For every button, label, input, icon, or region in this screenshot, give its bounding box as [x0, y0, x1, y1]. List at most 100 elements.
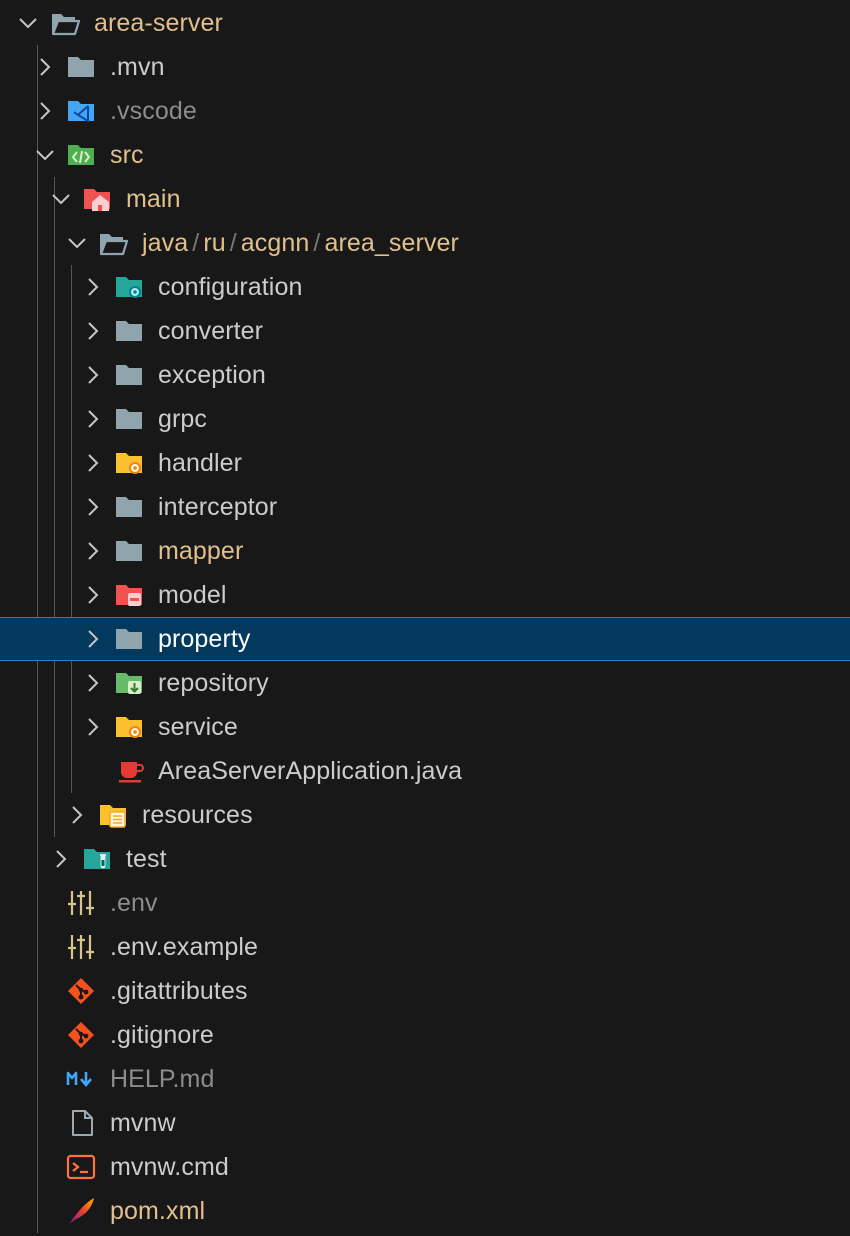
chevron-right-icon[interactable] — [82, 584, 104, 606]
chevron-right-icon[interactable] — [34, 56, 56, 78]
folder-icon — [68, 57, 94, 77]
path-separator: / — [192, 229, 200, 257]
path-segment-ru[interactable]: ru — [203, 229, 225, 257]
tree-item-label: model — [158, 581, 227, 609]
tree-item-env[interactable]: .env — [0, 881, 850, 925]
resources-folder-icon — [100, 805, 126, 828]
tree-item-vscode[interactable]: .vscode — [0, 89, 850, 133]
tree-item-gitattributes[interactable]: .gitattributes — [0, 969, 850, 1013]
file-explorer-tree: area-server .mvn .vscode src main java /… — [0, 1, 850, 1233]
tree-item-model[interactable]: model — [0, 573, 850, 617]
tree-item-java-package[interactable]: java / ru / acgnn / area_server — [0, 221, 850, 265]
tree-item-mvnw-cmd[interactable]: mvnw.cmd — [0, 1145, 850, 1189]
tree-item-label: .gitattributes — [110, 977, 248, 1005]
tree-item-label: repository — [158, 669, 269, 697]
chevron-right-icon[interactable] — [82, 716, 104, 738]
tree-item-label: AreaServerApplication.java — [158, 757, 463, 785]
env-file-icon — [68, 891, 94, 915]
tree-item-main[interactable]: main — [0, 177, 850, 221]
tree-item-configuration[interactable]: configuration — [0, 265, 850, 309]
path-segment-acgnn[interactable]: acgnn — [241, 229, 310, 257]
chevron-right-icon[interactable] — [34, 100, 56, 122]
src-folder-icon — [68, 145, 94, 165]
tree-item-gitignore[interactable]: .gitignore — [0, 1013, 850, 1057]
tree-item-label: grpc — [158, 405, 208, 433]
tree-item-label: .env.example — [110, 933, 259, 961]
path-separator: / — [313, 229, 321, 257]
tree-item-label: mvnw — [110, 1109, 176, 1137]
tree-item-label: src — [110, 141, 144, 169]
git-file-icon — [68, 978, 94, 1004]
git-file-icon — [68, 1022, 94, 1048]
test-folder-icon — [84, 849, 110, 869]
tree-item-area-server[interactable]: area-server — [0, 1, 850, 45]
tree-item-mvn[interactable]: .mvn — [0, 45, 850, 89]
tree-item-label: handler — [158, 449, 243, 477]
tree-item-label: service — [158, 713, 238, 741]
tree-item-pom-xml[interactable]: pom.xml — [0, 1189, 850, 1233]
tree-item-service[interactable]: service — [0, 705, 850, 749]
tree-item-grpc[interactable]: grpc — [0, 397, 850, 441]
chevron-right-icon[interactable] — [82, 672, 104, 694]
tree-item-repository[interactable]: repository — [0, 661, 850, 705]
path-segment-java[interactable]: java — [142, 229, 188, 257]
env-file-icon — [68, 935, 94, 959]
config-folder-icon — [116, 277, 142, 298]
service-folder-icon — [116, 717, 142, 738]
tree-item-label: .env — [110, 889, 158, 917]
tree-item-area-server-application[interactable]: AreaServerApplication.java — [0, 749, 850, 793]
folder-icon — [116, 629, 142, 649]
chevron-right-icon[interactable] — [82, 540, 104, 562]
tree-item-label: property — [158, 625, 251, 653]
path-separator: / — [229, 229, 237, 257]
path-segment-area-server[interactable]: area_server — [324, 229, 459, 257]
chevron-right-icon[interactable] — [82, 408, 104, 430]
tree-item-label: .gitignore — [110, 1021, 214, 1049]
tree-item-converter[interactable]: converter — [0, 309, 850, 353]
tree-item-src[interactable]: src — [0, 133, 850, 177]
chevron-right-icon[interactable] — [82, 364, 104, 386]
chevron-right-icon[interactable] — [82, 276, 104, 298]
tree-item-property[interactable]: property — [0, 617, 850, 661]
chevron-right-icon[interactable] — [82, 320, 104, 342]
tree-item-test[interactable]: test — [0, 837, 850, 881]
tree-item-mapper[interactable]: mapper — [0, 529, 850, 573]
chevron-right-icon[interactable] — [82, 496, 104, 518]
maven-file-icon — [69, 1198, 94, 1224]
folder-icon — [116, 321, 142, 341]
tree-item-label: mapper — [158, 537, 244, 565]
chevron-right-icon[interactable] — [66, 804, 88, 826]
tree-item-label: HELP.md — [110, 1065, 215, 1093]
folder-icon — [116, 541, 142, 561]
tree-item-label: .vscode — [110, 97, 197, 125]
chevron-down-icon[interactable] — [17, 12, 39, 34]
tree-item-label: configuration — [158, 273, 303, 301]
model-folder-icon — [116, 585, 142, 606]
tree-item-label: .mvn — [110, 53, 165, 81]
tree-item-label: converter — [158, 317, 264, 345]
chevron-down-icon[interactable] — [34, 144, 56, 166]
tree-item-resources[interactable]: resources — [0, 793, 850, 837]
console-file-icon — [66, 1154, 96, 1180]
repository-folder-icon — [116, 673, 142, 694]
folder-icon — [116, 497, 142, 517]
tree-item-handler[interactable]: handler — [0, 441, 850, 485]
tree-item-interceptor[interactable]: interceptor — [0, 485, 850, 529]
chevron-down-icon[interactable] — [50, 188, 72, 210]
tree-item-label: main — [126, 185, 181, 213]
chevron-right-icon[interactable] — [50, 848, 72, 870]
tree-item-exception[interactable]: exception — [0, 353, 850, 397]
tree-item-env-example[interactable]: .env.example — [0, 925, 850, 969]
tree-item-label: area-server — [94, 9, 223, 37]
chevron-right-icon[interactable] — [82, 628, 104, 650]
markdown-file-icon — [66, 1071, 92, 1088]
folder-open-icon — [99, 234, 128, 256]
tree-item-label: resources — [142, 801, 253, 829]
chevron-right-icon[interactable] — [82, 452, 104, 474]
java-file-icon — [119, 762, 144, 783]
tree-item-label: mvnw.cmd — [110, 1153, 229, 1181]
tree-item-label: interceptor — [158, 493, 278, 521]
tree-item-help-md[interactable]: HELP.md — [0, 1057, 850, 1101]
chevron-down-icon[interactable] — [66, 232, 88, 254]
tree-item-mvnw[interactable]: mvnw — [0, 1101, 850, 1145]
